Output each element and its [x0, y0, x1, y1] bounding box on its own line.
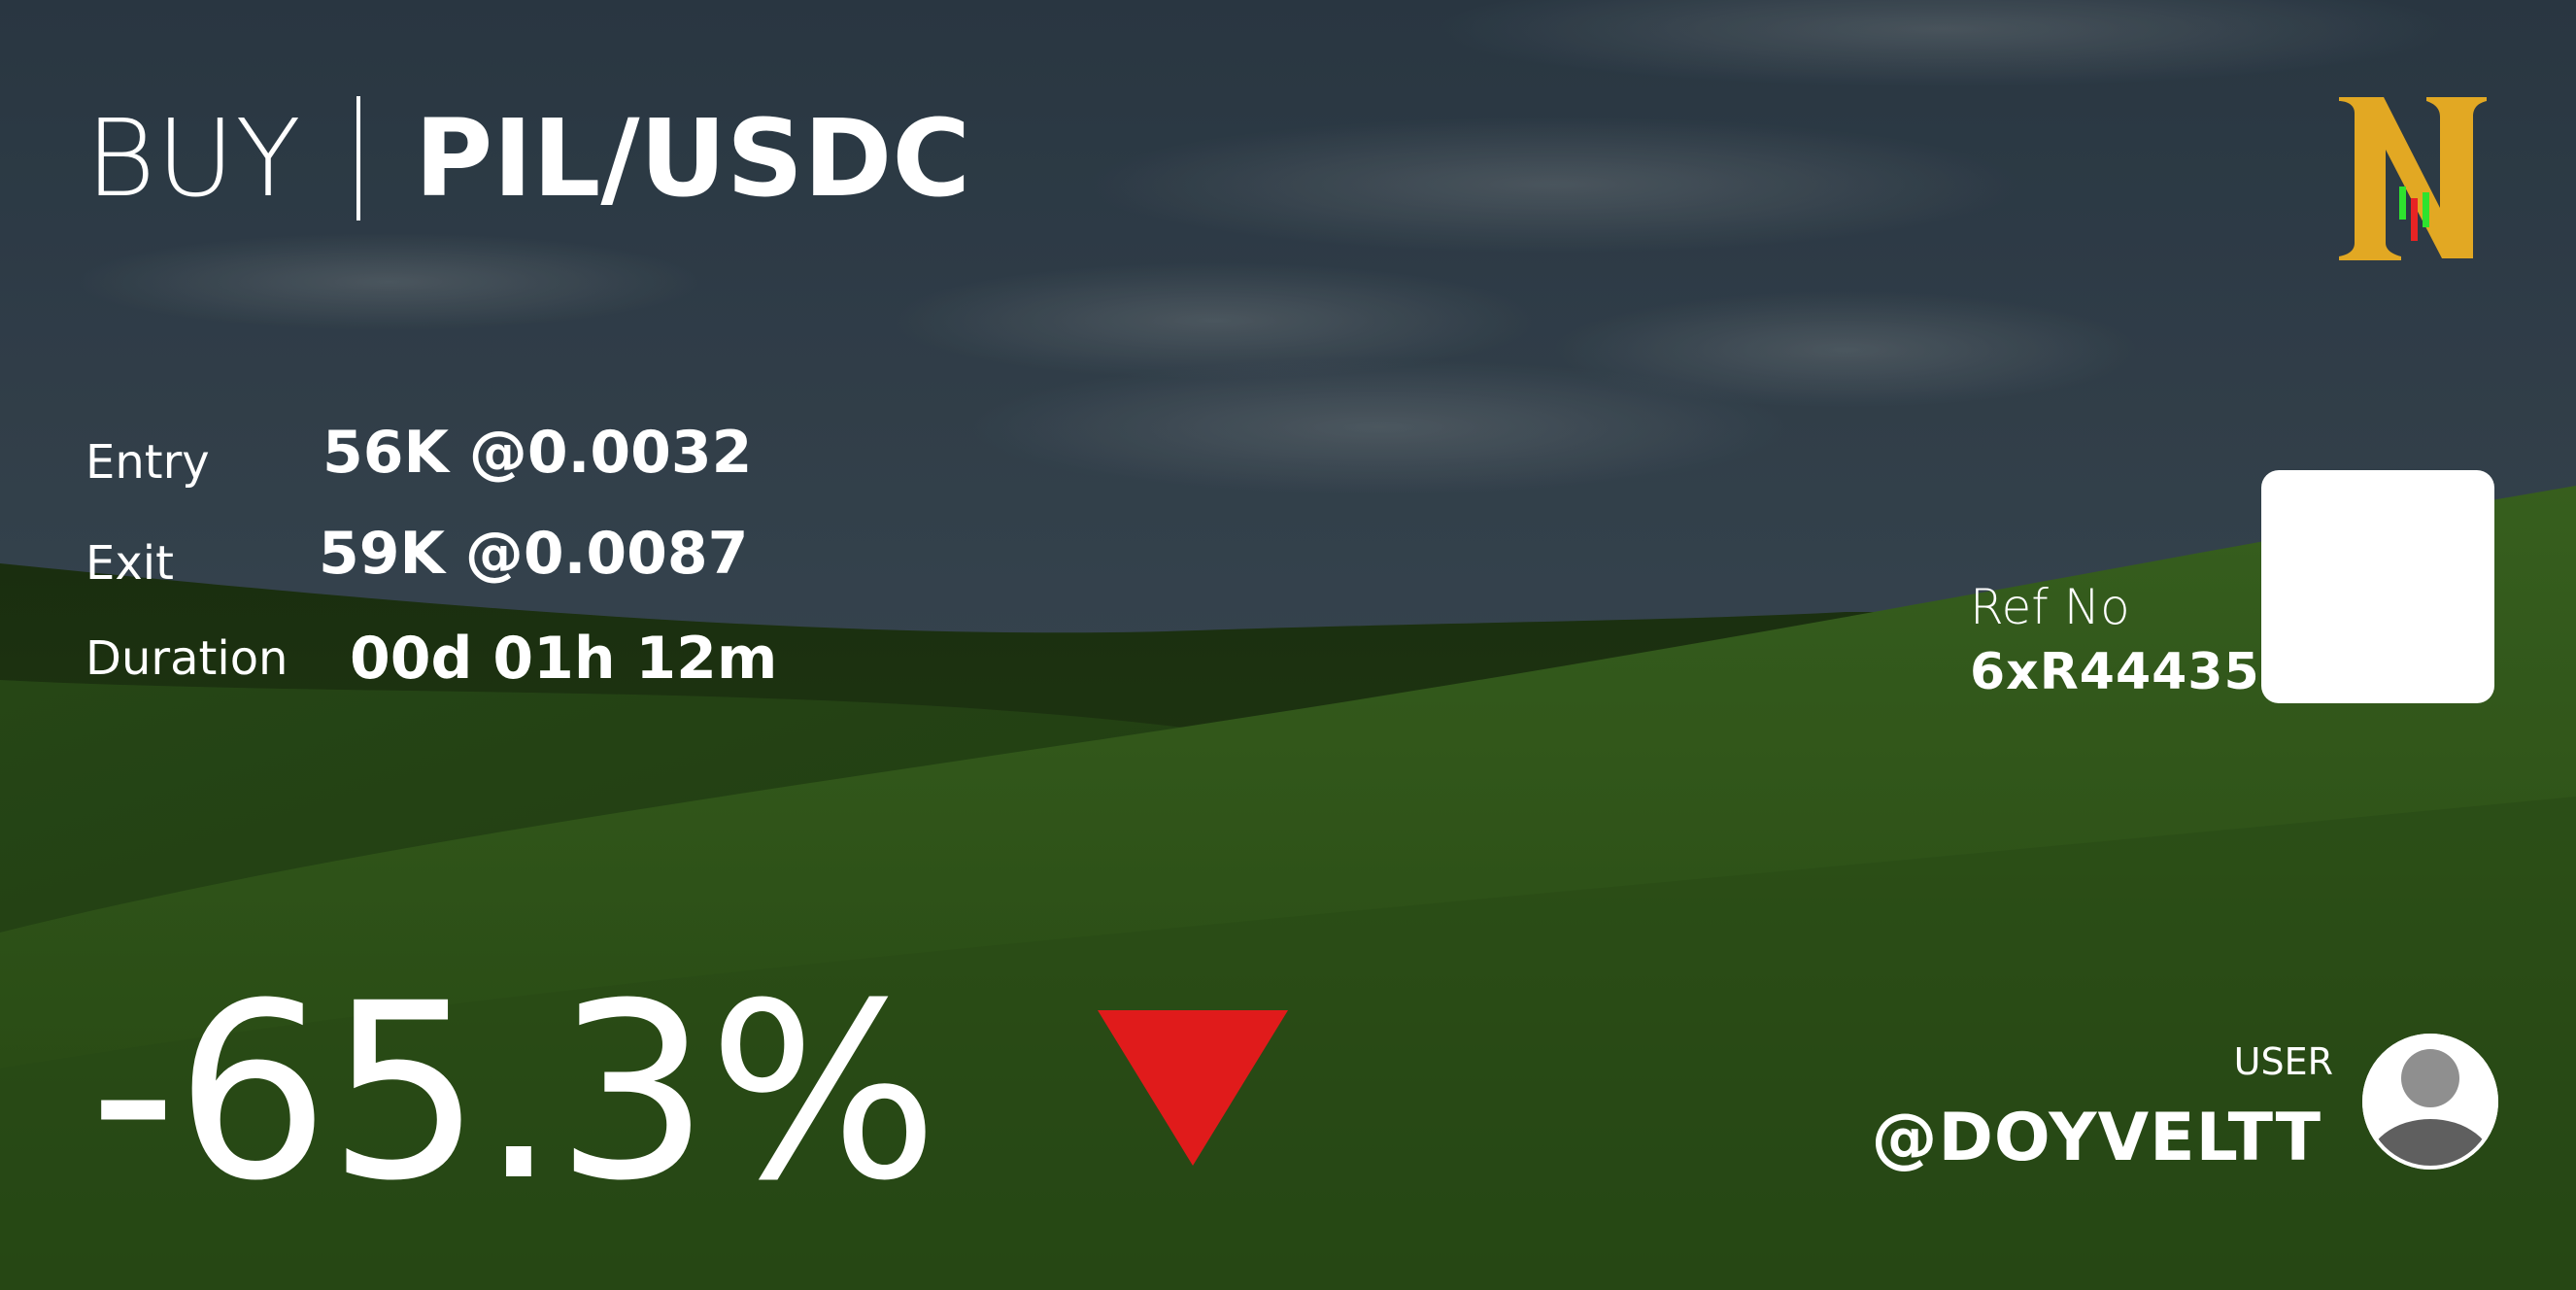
entry-label: Entry — [85, 435, 210, 490]
user-avatar-icon — [2362, 1034, 2498, 1170]
username: @DOYVELTT — [1871, 1100, 2322, 1176]
duration-label: Duration — [85, 631, 288, 686]
duration-value: 00d 01h 12m — [350, 625, 778, 693]
reference-block: Ref No 6xR44435 — [1970, 583, 2260, 697]
trading-pair: PIL/USDC — [414, 96, 971, 221]
header-divider — [356, 96, 360, 221]
ref-no-value: 6xR44435 — [1970, 643, 2260, 701]
entry-value: 56K @0.0032 — [322, 419, 753, 487]
trade-header: BUY PIL/USDC — [85, 89, 970, 227]
pnl-percentage: -65.3% — [89, 951, 938, 1234]
exit-value: 59K @0.0087 — [319, 520, 749, 588]
qr-code-placeholder — [2261, 470, 2494, 703]
trade-side: BUY — [85, 96, 302, 221]
user-label: USER — [2233, 1040, 2333, 1083]
trade-share-card: BUY PIL/USDC Entry 56K @0.0032 Exit 59K … — [0, 0, 2576, 1290]
down-triangle-icon — [1098, 1010, 1288, 1166]
exit-label: Exit — [85, 536, 174, 591]
n-logo-icon — [2339, 97, 2487, 260]
ref-no-label: Ref No — [1970, 579, 2130, 635]
